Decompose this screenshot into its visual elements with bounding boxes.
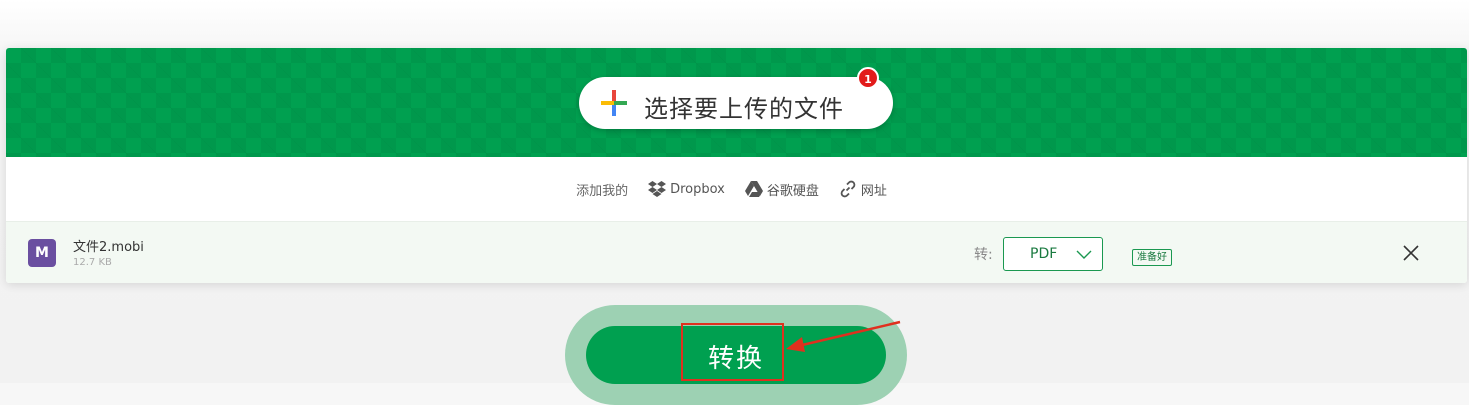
chevron-down-icon [1076,250,1092,259]
convert-to-label: 转: [974,247,993,263]
file-count-badge: 1 [857,67,879,89]
annotation-highlight-box [681,323,784,381]
dropbox-icon [648,181,667,197]
url-link[interactable]: 网址 [839,180,887,199]
source-bar: 添加我的 Dropbox 谷歌硬盘 网址 [6,157,1467,221]
google-drive-label: 谷歌硬盘 [766,183,819,199]
dropbox-label: Dropbox [670,181,725,197]
google-drive-icon [744,181,763,197]
format-select[interactable]: PDF [1003,237,1103,271]
file-size: 12.7 KB [73,257,112,268]
converter-panel: 选择要上传的文件 1 添加我的 Dropbox 谷歌硬盘 网址 M 文件2.mo… [6,48,1467,283]
format-select-value: PDF [1030,246,1058,262]
choose-file-label: 选择要上传的文件 [644,95,844,123]
plus-icon [601,90,627,116]
status-badge: 准备好 [1132,249,1172,266]
upload-area[interactable]: 选择要上传的文件 1 [6,48,1467,157]
choose-file-button[interactable]: 选择要上传的文件 1 [579,67,893,129]
close-icon[interactable] [1402,244,1420,262]
file-name: 文件2.mobi [73,240,144,255]
google-drive-link[interactable]: 谷歌硬盘 [744,180,819,199]
annotation-arrow [786,320,901,352]
file-row: M 文件2.mobi 12.7 KB 转: PDF 准备好 [6,221,1467,283]
dropbox-link[interactable]: Dropbox [648,181,725,197]
mobi-file-icon: M [28,239,56,267]
link-icon [840,180,856,198]
url-label: 网址 [860,183,887,199]
source-bar-label: 添加我的 [576,183,629,199]
